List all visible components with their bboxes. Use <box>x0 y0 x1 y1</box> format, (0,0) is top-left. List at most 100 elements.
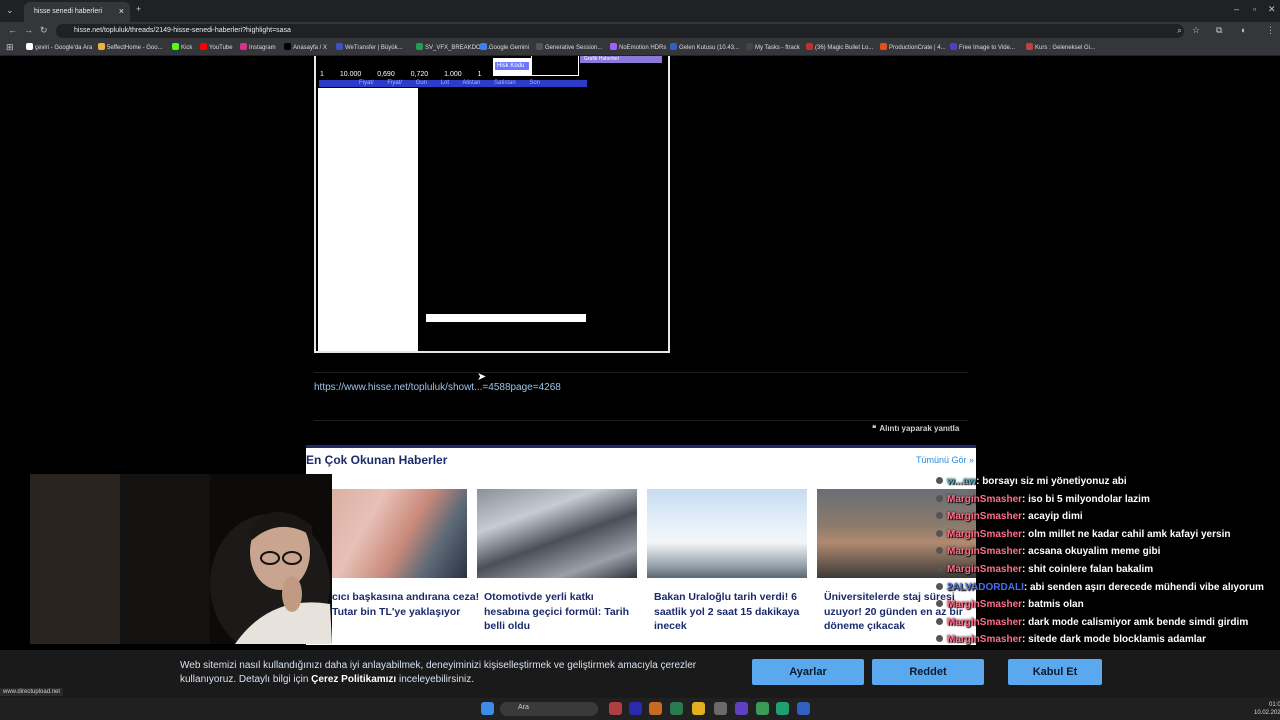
chat-text: : dark mode calismiyor amk bende simdi g… <box>1022 616 1249 628</box>
bookmark-item[interactable]: NoEmotion HDRs <box>610 43 666 51</box>
bookmark-favicon-icon <box>480 43 487 50</box>
chat-badge-icon <box>936 477 943 484</box>
bookmark-label: Free Image to Vide... <box>959 45 1015 51</box>
bookmark-favicon-icon <box>172 43 179 50</box>
divider <box>314 372 968 373</box>
app-icon[interactable] <box>609 702 622 715</box>
profile-icon[interactable]: ◐ <box>1241 25 1246 35</box>
new-tab-button[interactable]: + <box>136 4 141 14</box>
browser-tab[interactable]: hisse senedi haberleri × <box>24 2 130 22</box>
bookmark-item[interactable]: Kick <box>172 43 192 51</box>
most-read-topbar <box>306 445 976 448</box>
news-card-title[interactable]: Bakan Uraloğlu tarih verdi! 6 saatlik yo… <box>654 590 804 634</box>
taskbar-search[interactable]: Ara <box>500 702 598 716</box>
menu-icon[interactable]: ⋮ <box>1266 25 1275 36</box>
bookmark-label: Kurs : Geleneksel Gi... <box>1035 45 1096 51</box>
bookmark-favicon-icon <box>1026 43 1033 50</box>
chat-badge-icon <box>936 529 943 537</box>
app-icon[interactable] <box>797 702 810 715</box>
see-all-link[interactable]: Tümünü Gör » <box>916 455 974 465</box>
chat-username[interactable]: MarginSmasher <box>947 494 1022 505</box>
bookmark-label: Google Gemini <box>489 45 530 51</box>
bookmark-label: Gelen Kutusu (10.43... <box>679 45 740 51</box>
app-icon[interactable] <box>735 702 748 715</box>
reload-icon[interactable]: ↻ <box>40 25 48 36</box>
chat-username[interactable]: MarginSmasher <box>947 617 1022 628</box>
bookmark-item[interactable]: Free Image to Vide... <box>950 43 1015 51</box>
bookmark-item[interactable]: Generative Session... <box>536 43 602 51</box>
taskbar-search-label: Ara <box>518 704 529 711</box>
bookmark-item[interactable]: Gelen Kutusu (10.43... <box>670 43 739 51</box>
windows-start-icon[interactable] <box>481 702 494 715</box>
bookmark-item[interactable]: 5effectHome - Goo... <box>98 43 163 51</box>
cookie-reject-button[interactable]: Reddet <box>872 659 984 685</box>
chat-message: 2ALVADORDALI: abi senden aşırı derecede … <box>936 582 1264 593</box>
chat-username[interactable]: 2ALVADORDALI <box>947 582 1024 593</box>
thread-link[interactable]: https://www.hisse.net/topluluk/showt...=… <box>314 382 561 393</box>
taskbar-clock[interactable]: 01:03 10.02.2026 <box>1254 701 1280 717</box>
file-explorer-icon[interactable] <box>692 702 705 715</box>
embedded-purple-label: Grafik Haberleri <box>580 56 662 63</box>
bookmark-label: ProductionCrate | 4... <box>889 45 946 51</box>
address-bar[interactable]: hisse.net/topluluk/threads/2149-hisse-se… <box>56 24 1184 38</box>
cookie-policy-link[interactable]: Çerez Politikamızı <box>311 674 396 685</box>
chat-text: : batmis olan <box>1022 599 1084 611</box>
url-text: hisse.net/topluluk/threads/2149-hisse-se… <box>74 27 291 34</box>
bookmark-item[interactable]: çeviri - Google'da Ara <box>26 43 92 51</box>
news-card-image[interactable] <box>330 489 467 578</box>
bookmark-item[interactable]: YouTube <box>200 43 233 51</box>
bookmark-item[interactable]: WeTransfer | Büyük... <box>336 43 403 51</box>
app-icon[interactable] <box>670 702 683 715</box>
clock-time: 01:03 <box>1269 702 1280 708</box>
tab-close-icon[interactable]: × <box>119 6 124 16</box>
chat-message: MarginSmasher: acsana okuyalim meme gibi <box>936 546 1160 557</box>
chat-username[interactable]: w...aw <box>947 476 976 487</box>
cookie-settings-button[interactable]: Ayarlar <box>752 659 864 685</box>
bookmark-item[interactable]: (36) Magic Bullet Lo... <box>806 43 873 51</box>
chat-username[interactable]: MarginSmasher <box>947 546 1022 557</box>
maximize-icon[interactable]: ▫ <box>1253 4 1256 14</box>
bookmark-favicon-icon <box>416 43 423 50</box>
extensions-icon[interactable]: ⧉ <box>1216 25 1222 36</box>
bookmark-star-icon[interactable]: ☆ <box>1192 25 1200 36</box>
back-icon[interactable]: ← <box>8 25 17 35</box>
bookmark-item[interactable]: Instagram <box>240 43 276 51</box>
bookmark-favicon-icon <box>670 43 677 50</box>
news-card-image[interactable] <box>477 489 637 578</box>
bookmark-label: Kick <box>181 45 193 51</box>
minimize-icon[interactable]: – <box>1234 4 1239 14</box>
news-card-title[interactable]: Otomotivde yerli katkı hesabına geçici f… <box>484 590 634 634</box>
bookmark-item[interactable]: ProductionCrate | 4... <box>880 43 946 51</box>
chat-username[interactable]: MarginSmasher <box>947 599 1022 610</box>
close-window-icon[interactable]: ✕ <box>1268 4 1276 15</box>
zoom-icon[interactable]: ⌕ <box>1177 25 1182 36</box>
bookmark-item[interactable]: Anasayfa / X <box>284 43 327 51</box>
bookmark-item[interactable]: My Tasks - ftrack <box>746 43 800 51</box>
bookmark-item[interactable]: Kurs : Geleneksel Gi... <box>1026 43 1095 51</box>
settings-icon[interactable] <box>714 702 727 715</box>
news-card-title[interactable]: cıcı başkasına andırana ceza! Tutar bin … <box>332 590 482 619</box>
chat-badge-icon <box>936 600 943 608</box>
bookmark-favicon-icon <box>284 43 291 50</box>
chat-badge-icon <box>936 635 943 643</box>
chat-username[interactable]: MarginSmasher <box>947 529 1022 540</box>
bookmark-label: Generative Session... <box>545 45 603 51</box>
tab-search-icon[interactable]: ⌄ <box>6 5 14 16</box>
bookmark-favicon-icon <box>200 43 207 50</box>
chat-username[interactable]: MarginSmasher <box>947 634 1022 645</box>
bookmark-label: NoEmotion HDRs <box>619 45 667 51</box>
chrome-icon[interactable] <box>756 702 769 715</box>
after-effects-icon[interactable] <box>629 702 642 715</box>
app-icon[interactable] <box>776 702 789 715</box>
bookmark-label: (36) Magic Bullet Lo... <box>815 45 874 51</box>
apps-icon[interactable]: ⊞ <box>6 42 14 53</box>
chat-username[interactable]: MarginSmasher <box>947 511 1022 522</box>
quote-reply-button[interactable]: ❝ Alıntı yaparak yanıtla <box>872 424 959 433</box>
news-card-image[interactable] <box>647 489 807 578</box>
forward-icon[interactable]: → <box>24 25 33 35</box>
app-icon[interactable] <box>649 702 662 715</box>
chat-username[interactable]: MarginSmasher <box>947 564 1022 575</box>
bookmark-item[interactable]: Google Gemini <box>480 43 529 51</box>
chat-text: : olm millet ne kadar cahil amk kafayi y… <box>1022 528 1231 540</box>
cookie-accept-button[interactable]: Kabul Et <box>1008 659 1102 685</box>
